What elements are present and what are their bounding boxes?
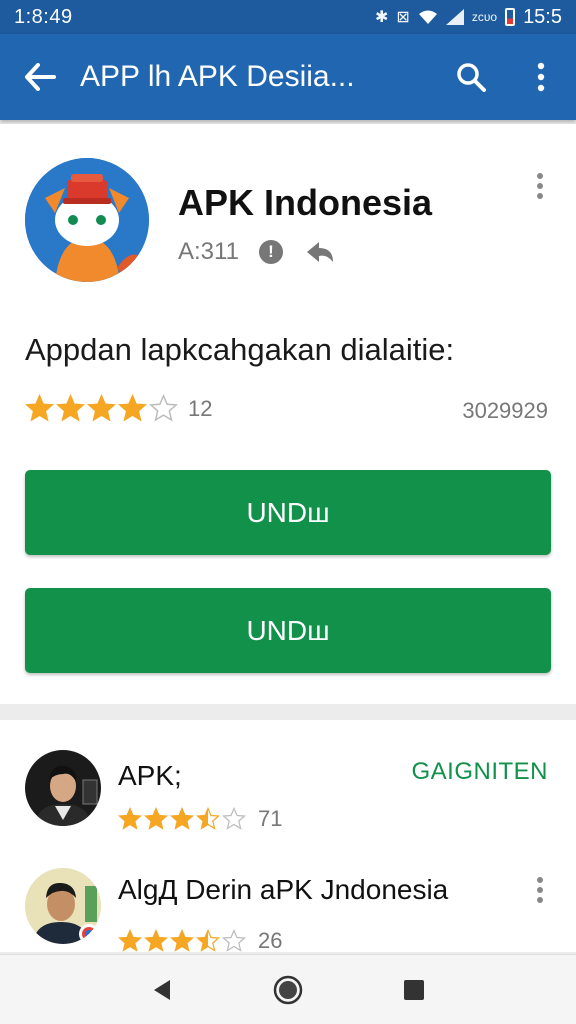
star-full-icon: [25, 394, 54, 422]
list-item-name: APK;: [118, 760, 182, 791]
search-button[interactable]: [436, 34, 506, 120]
more-vert-icon: [537, 62, 545, 92]
rating-stars: [25, 394, 178, 423]
signal-icon: [445, 9, 464, 25]
status-time-left: 1:8:49: [14, 5, 73, 28]
star-half-icon: [196, 807, 220, 830]
star-full-icon: [118, 394, 147, 422]
app-more-button[interactable]: [526, 172, 554, 212]
share-icon[interactable]: [303, 238, 337, 266]
avatar-person-icon: [25, 750, 101, 826]
info-icon[interactable]: !: [258, 240, 283, 264]
rating-count: 12: [188, 395, 213, 421]
app-icon: [25, 158, 149, 282]
app-rating-row: 12: [25, 394, 212, 423]
search-icon: [457, 63, 486, 92]
status-icons: ✱ ⊠ ᴢᴄᴜᴏ 15:5: [375, 6, 562, 29]
status-time-right: 15:5: [523, 5, 562, 28]
bluetooth-icon: ✱: [375, 9, 389, 26]
battery-icon: [505, 8, 516, 26]
rating-stars: [118, 929, 246, 953]
star-half-icon: [196, 929, 220, 952]
carrier-label: ᴢᴄᴜᴏ: [471, 10, 498, 24]
app-logo-icon: [25, 158, 149, 282]
secondary-download-button[interactable]: UNDш: [25, 588, 551, 673]
back-button[interactable]: [0, 63, 80, 91]
list-item-rating: 71: [118, 806, 282, 832]
list-item[interactable]: APK; 71 GAIGNITEN: [0, 740, 576, 850]
app-meta-code: A:311: [178, 238, 239, 265]
star-full-icon: [56, 394, 85, 422]
app-bar-title: APP lh APK Desiia...: [80, 60, 355, 93]
no-sim-icon: ⊠: [396, 9, 410, 26]
app-name: APK Indonesia: [178, 182, 433, 223]
star-empty-icon: [222, 807, 246, 830]
app-meta-row: A:311 !: [178, 238, 337, 266]
rating-stars: [118, 807, 246, 831]
system-nav-bar: [0, 954, 576, 1024]
wifi-icon: [418, 10, 437, 24]
install-link[interactable]: GAIGNITEN: [411, 758, 548, 786]
more-vert-icon: [537, 877, 543, 903]
nav-recents-icon[interactable]: [402, 978, 426, 1002]
download-count: 3029929: [462, 398, 548, 423]
list-item-more-button[interactable]: [526, 876, 554, 906]
star-full-icon: [118, 929, 142, 952]
list-item-rating: 26: [118, 928, 282, 954]
list-item-count: 71: [258, 806, 283, 831]
app-description: Appdan lapkcahgakan dialaitie:: [25, 332, 455, 367]
star-full-icon: [144, 807, 168, 830]
primary-download-button[interactable]: UNDш: [25, 470, 551, 555]
star-full-icon: [170, 929, 194, 952]
list-item-name: AlgД Derin aPK Jndonesia: [118, 874, 449, 905]
avatar-person-icon: [25, 868, 101, 944]
app-bar: APP lh APK Desiia...: [0, 34, 576, 120]
star-full-icon: [144, 929, 168, 952]
arrow-back-icon: [25, 63, 56, 91]
star-empty-icon: [222, 929, 246, 952]
star-full-icon: [118, 807, 142, 830]
star-full-icon: [87, 394, 116, 422]
nav-home-icon[interactable]: [273, 975, 303, 1005]
avatar: [25, 750, 101, 826]
status-bar: 1:8:49 ✱ ⊠ ᴢᴄᴜᴏ 15:5: [0, 0, 576, 34]
more-options-button[interactable]: [506, 34, 576, 120]
nav-back-icon[interactable]: [150, 978, 174, 1002]
star-empty-icon: [149, 394, 178, 422]
more-vert-icon: [537, 173, 543, 199]
star-full-icon: [170, 807, 194, 830]
avatar: [25, 868, 101, 944]
list-item-count: 26: [258, 928, 283, 953]
